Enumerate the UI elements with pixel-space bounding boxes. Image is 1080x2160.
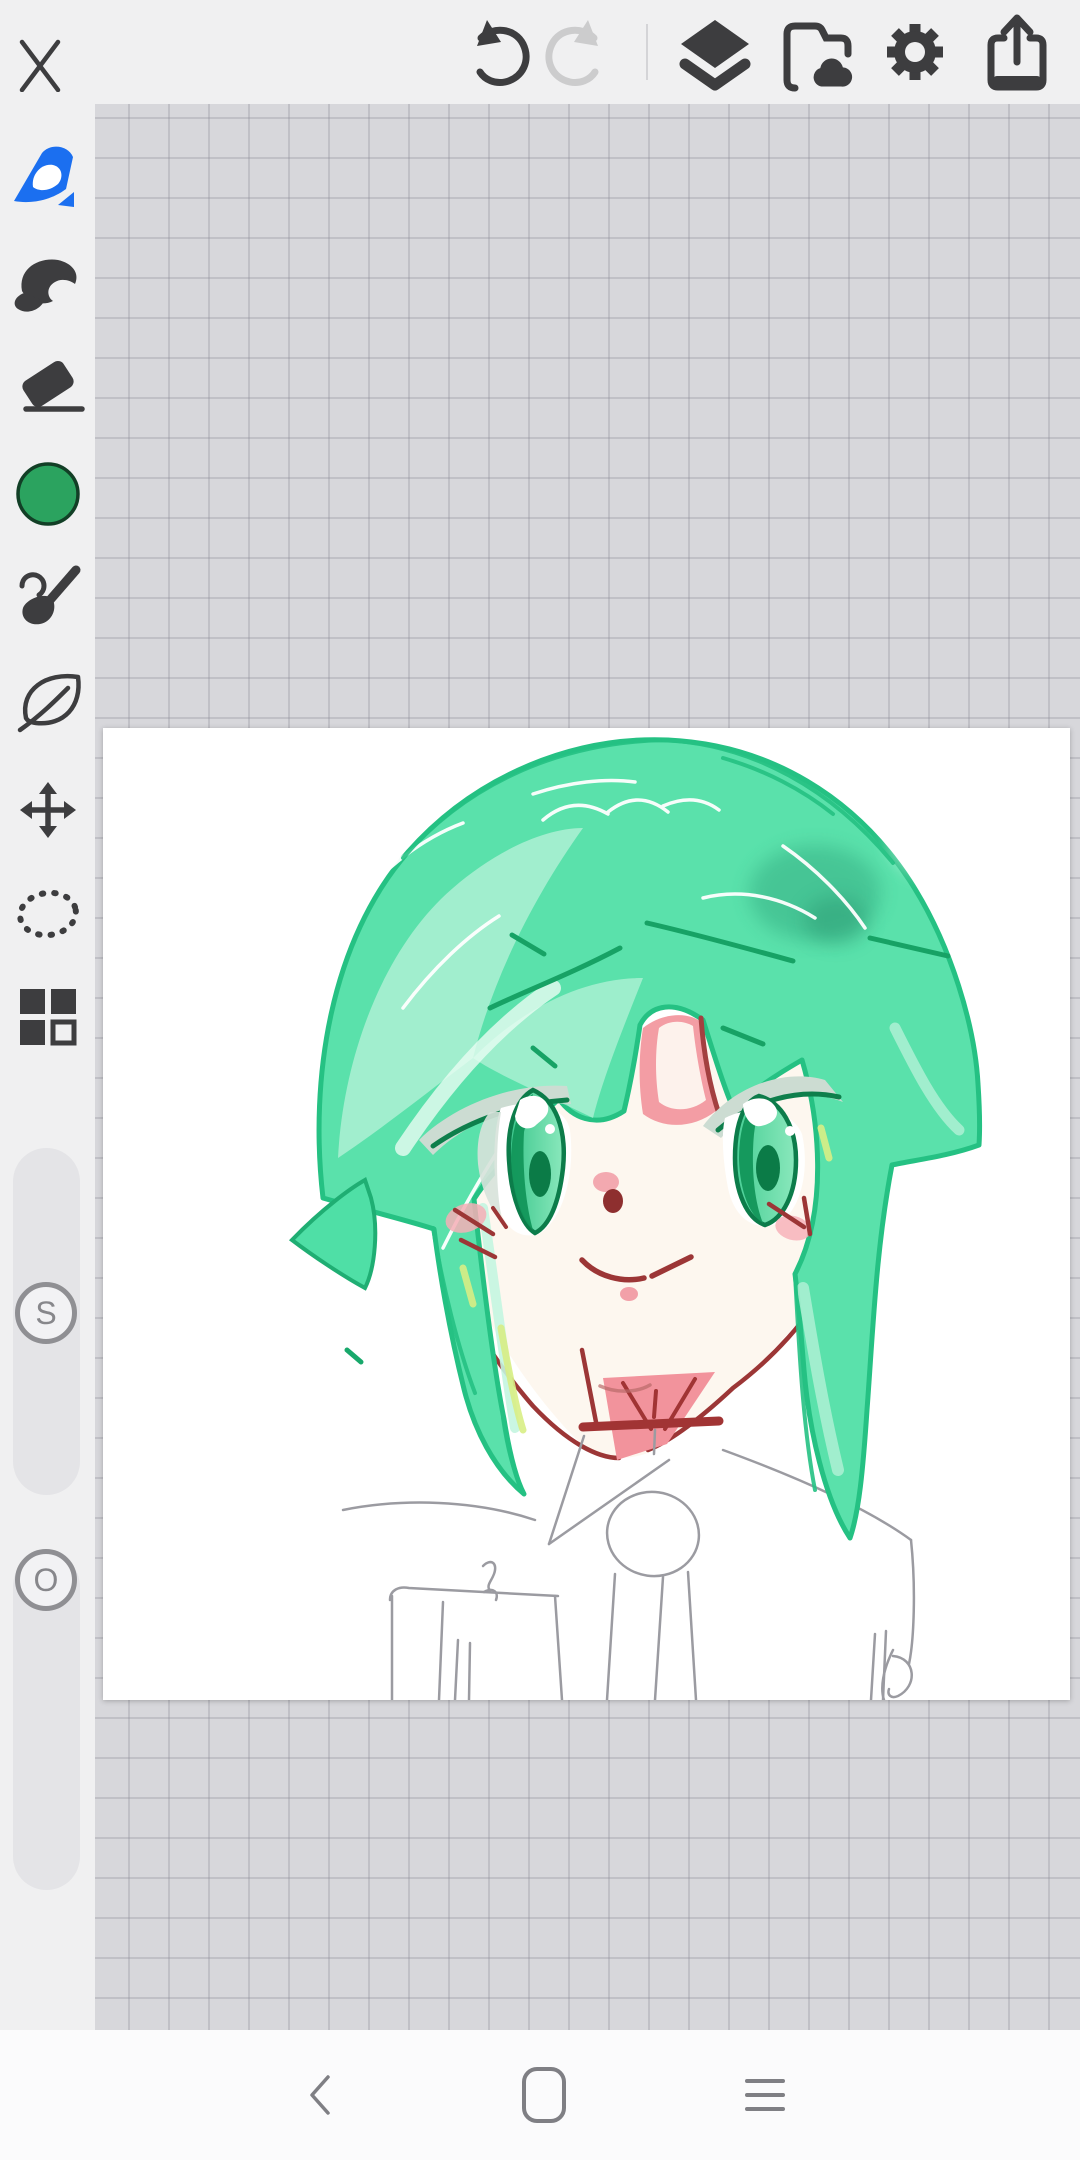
home-square-icon <box>522 2067 566 2123</box>
layers-button[interactable] <box>675 12 755 92</box>
paint-brush-icon <box>19 565 81 625</box>
undo-icon <box>476 20 530 86</box>
nav-recents-button[interactable] <box>710 2055 820 2135</box>
stray-mark <box>344 1347 364 1365</box>
pen-icon <box>14 146 74 207</box>
folder-save-icon <box>783 22 855 92</box>
back-chevron-icon <box>310 2075 330 2115</box>
marker-icon <box>14 259 77 312</box>
tool-smudge-leaf[interactable] <box>0 662 95 746</box>
opacity-slider-label: O <box>33 1562 59 1598</box>
share-icon <box>987 14 1047 91</box>
system-navbar <box>0 2030 1080 2160</box>
gallery-button[interactable] <box>775 12 855 92</box>
tool-lasso[interactable] <box>0 872 95 956</box>
color-swatch-circle <box>16 462 80 526</box>
top-toolbar <box>0 0 1080 104</box>
blocks-grid-icon <box>20 989 77 1046</box>
size-slider-knob[interactable]: S <box>15 1282 77 1344</box>
share-button[interactable] <box>977 12 1057 92</box>
recents-lines-icon <box>745 2079 785 2111</box>
redo-icon <box>545 20 599 86</box>
tool-color-swatch[interactable] <box>0 452 95 536</box>
settings-button[interactable] <box>875 12 955 92</box>
topbar-divider <box>646 24 648 80</box>
layers-icon <box>679 20 751 91</box>
nav-back-button[interactable] <box>267 2055 377 2135</box>
gear-icon <box>887 24 943 80</box>
tool-layout-blocks[interactable] <box>0 975 95 1059</box>
opacity-slider-knob[interactable]: O <box>15 1549 77 1611</box>
size-slider-label: S <box>35 1295 57 1331</box>
tool-eraser[interactable] <box>0 347 95 431</box>
eraser-icon <box>22 361 85 412</box>
close-button[interactable] <box>0 12 80 92</box>
drawing-canvas[interactable] <box>103 728 1070 1700</box>
undo-button[interactable] <box>457 12 537 92</box>
tool-pen[interactable] <box>0 135 95 219</box>
lasso-icon <box>17 889 79 939</box>
tool-sidebar: S O <box>0 104 95 2030</box>
artwork-anime-portrait <box>288 737 987 1700</box>
redo-button[interactable] <box>538 12 618 92</box>
tool-marker[interactable] <box>0 239 95 323</box>
leaf-icon <box>17 673 81 733</box>
nav-home-button[interactable] <box>489 2055 599 2135</box>
tool-paint-brush[interactable] <box>0 556 95 640</box>
move-arrows-icon <box>20 782 76 838</box>
phone-screen: S O <box>0 0 1080 2160</box>
workspace-background[interactable] <box>95 104 1080 2030</box>
tool-transform[interactable] <box>0 768 95 852</box>
close-icon <box>19 39 61 92</box>
